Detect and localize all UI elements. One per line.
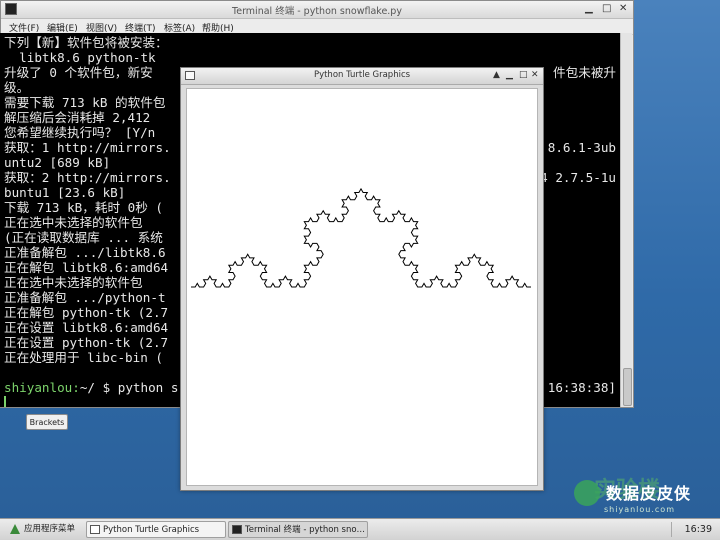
- separator: [671, 522, 672, 537]
- terminal-line-fragment: 件包未被升: [553, 65, 616, 80]
- terminal-scrollbar[interactable]: [620, 33, 632, 407]
- turtle-title: Python Turtle Graphics: [313, 70, 411, 80]
- watermark-text: 数据皮皮侠: [606, 484, 692, 503]
- close-icon[interactable]: ✕: [531, 69, 539, 81]
- watermark: 实验楼 数据皮皮侠 shiyanlou.com: [560, 474, 720, 522]
- watermark-sub: shiyanlou.com: [604, 505, 675, 514]
- terminal-line: 下载 713 kB，耗时 0秒 (: [4, 200, 163, 215]
- terminal-line: 正准备解包 .../python-t: [4, 290, 166, 305]
- terminal-line: untu2 [689 kB]: [4, 155, 111, 170]
- maximize-icon[interactable]: □: [519, 69, 528, 81]
- terminal-line: 解压缩后会消耗掉 2,412: [4, 110, 158, 125]
- app-menu-icon: [10, 524, 20, 534]
- maximize-icon[interactable]: □: [602, 3, 611, 15]
- terminal-line: 正在设置 libtk8.6:amd64: [4, 320, 169, 335]
- close-icon[interactable]: ✕: [619, 3, 627, 15]
- terminal-line: 获取：2 http://mirrors.: [4, 170, 171, 185]
- terminal-line: (正在读取数据库 ... 系统: [4, 230, 163, 245]
- terminal-line: libtk8.6 python-tk: [4, 50, 156, 65]
- shell-prompt: shiyanlou:~/ $ python s: [4, 380, 178, 395]
- task-terminal[interactable]: Terminal 终端 - python sno…: [228, 521, 368, 538]
- app-menu-label: 应用程序菜单: [24, 524, 76, 534]
- task-label: Terminal 终端 - python sno…: [245, 525, 366, 535]
- terminal-line: 正在设置 python-tk (2.7: [4, 335, 169, 350]
- wechat-logo-icon: [574, 480, 600, 506]
- terminal-line-fragment: 4 2.7.5-1u: [540, 170, 616, 185]
- scroll-thumb[interactable]: [623, 368, 632, 406]
- taskbar: 应用程序菜单 Python Turtle Graphics Terminal 终…: [0, 518, 720, 540]
- terminal-line: 正在选中未选择的软件包: [4, 215, 151, 230]
- terminal-line: 正在解包 python-tk (2.7: [4, 305, 169, 320]
- terminal-icon: [232, 525, 242, 534]
- terminal-line-fragment: 8.6.1-3ub: [547, 140, 616, 155]
- terminal-line: 正在处理用于 libc-bin (: [4, 350, 163, 365]
- shade-icon[interactable]: ▲: [493, 69, 500, 81]
- app-menu-button[interactable]: 应用程序菜单: [4, 521, 75, 538]
- koch-curve-drawing: [191, 187, 531, 288]
- brackets-button[interactable]: Brackets: [26, 414, 68, 430]
- terminal-line: 正在选中未选择的软件包: [4, 275, 151, 290]
- terminal-titlebar[interactable]: Terminal 终端 - python snowflake.py ▁ □ ✕: [1, 1, 633, 19]
- clock[interactable]: 16:39: [685, 521, 712, 538]
- prompt-user: shiyanlou:: [4, 380, 80, 395]
- prompt-command: ~/ $ python s: [79, 380, 179, 395]
- terminal-line: buntu1 [23.6 kB]: [4, 185, 126, 200]
- task-turtle[interactable]: Python Turtle Graphics: [86, 521, 226, 538]
- terminal-line-fragment: 16:38:38]: [547, 380, 616, 395]
- terminal-line: 获取：1 http://mirrors.: [4, 140, 171, 155]
- terminal-line: 升级了 0 个软件包，新安: [4, 65, 153, 80]
- window-icon: [90, 525, 100, 534]
- terminal-line: 下列【新】软件包将被安装：: [4, 35, 168, 50]
- text-cursor: [4, 396, 6, 407]
- koch-curve: [191, 187, 531, 288]
- terminal-line: 需要下载 713 kB 的软件包: [4, 95, 166, 110]
- terminal-line: 级。: [4, 80, 30, 95]
- minimize-icon[interactable]: ▁: [506, 69, 513, 81]
- minimize-icon[interactable]: ▁: [585, 3, 593, 15]
- terminal-title: Terminal 终端 - python snowflake.py: [232, 6, 402, 17]
- turtle-titlebar[interactable]: Python Turtle Graphics ▲ ▁ □ ✕: [181, 68, 543, 85]
- turtle-window[interactable]: Python Turtle Graphics ▲ ▁ □ ✕: [180, 67, 544, 491]
- task-label: Python Turtle Graphics: [103, 525, 200, 535]
- terminal-line: 正在解包 libtk8.6:amd64: [4, 260, 169, 275]
- turtle-canvas: [186, 88, 538, 486]
- terminal-line: 您希望继续执行吗？ [Y/n: [4, 125, 156, 140]
- terminal-line: 正准备解包 .../libtk8.6: [4, 245, 166, 260]
